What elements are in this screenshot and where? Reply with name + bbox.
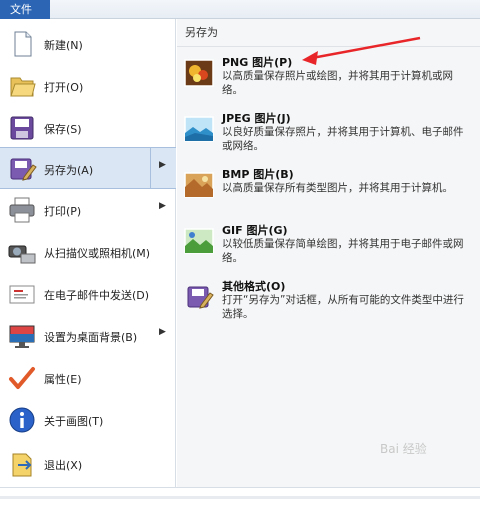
- checkmark-icon: [9, 367, 35, 389]
- menu-item-new[interactable]: 新建(N): [0, 23, 176, 65]
- save-as-other-formats-option[interactable]: 其他格式(O) 打开“另存为”对话框，从所有可能的文件类型中进行选择。: [177, 275, 480, 331]
- bottom-status-bar: [0, 487, 480, 507]
- option-title: GIF 图片(G): [222, 224, 288, 237]
- submenu-header: 另存为: [177, 19, 480, 47]
- save-as-submenu: 另存为 PNG 图片(P) 以高质量保存照片或绘图，并将其用于计算机或网络。 J…: [177, 19, 480, 487]
- menu-item-label: 打开(O): [44, 81, 84, 94]
- menu-item-label: 从扫描仪或照相机(M): [44, 247, 151, 260]
- menu-item-label: 属性(E): [44, 373, 82, 386]
- bmp-image-icon: [184, 172, 214, 198]
- save-as-jpeg-option[interactable]: JPEG 图片(J) 以良好质量保存照片，并将其用于计算机、电子邮件或网络。: [177, 107, 480, 163]
- menu-item-label: 打印(P): [44, 205, 82, 218]
- option-description: 以高质量保存所有类型图片，并将其用于计算机。: [222, 182, 453, 194]
- menu-item-label: 退出(X): [44, 459, 83, 472]
- option-description: 以较低质量保存简单绘图，并将其用于电子邮件或网络。: [222, 238, 464, 264]
- open-folder-icon: [10, 77, 36, 97]
- file-menu-left-pane: 新建(N) 打开(O) 保存(S) 另存为(A) ▶ 打印(P) ▶ 从扫描仪或…: [0, 19, 176, 487]
- option-description: 以高质量保存照片或绘图，并将其用于计算机或网络。: [222, 70, 453, 96]
- save-as-png-option[interactable]: PNG 图片(P) 以高质量保存照片或绘图，并将其用于计算机或网络。: [177, 51, 480, 107]
- menu-item-label: 在电子邮件中发送(D): [44, 289, 150, 302]
- ribbon-top-bar: 文件: [0, 0, 480, 19]
- save-as-bmp-option[interactable]: BMP 图片(B) 以高质量保存所有类型图片，并将其用于计算机。: [177, 163, 480, 219]
- menu-item-save-as[interactable]: 另存为(A) ▶: [0, 147, 176, 189]
- option-title: 其他格式(O): [222, 280, 286, 293]
- option-title: BMP 图片(B): [222, 168, 294, 181]
- menu-item-open[interactable]: 打开(O): [0, 65, 176, 107]
- chevron-right-icon[interactable]: ▶: [159, 160, 166, 170]
- option-description: 打开“另存为”对话框，从所有可能的文件类型中进行选择。: [222, 294, 464, 320]
- menu-item-exit[interactable]: 退出(X): [0, 443, 176, 485]
- menu-item-label: 设置为桌面背景(B): [44, 331, 138, 344]
- jpeg-image-icon: [184, 116, 214, 142]
- chevron-right-icon[interactable]: ▶: [159, 201, 166, 211]
- menu-item-about[interactable]: 关于画图(T): [0, 399, 176, 441]
- gif-image-icon: [184, 228, 214, 254]
- file-tab[interactable]: 文件: [0, 0, 50, 19]
- menu-item-scanner[interactable]: 从扫描仪或照相机(M): [0, 231, 176, 273]
- menu-item-desktop-background[interactable]: 设置为桌面背景(B) ▶: [0, 315, 176, 357]
- option-description: 以良好质量保存照片，并将其用于计算机、电子邮件或网络。: [222, 126, 464, 152]
- menu-item-properties[interactable]: 属性(E): [0, 357, 176, 399]
- submenu-divider: [150, 148, 151, 188]
- desktop-background-icon: [9, 325, 35, 348]
- printer-icon: [9, 197, 35, 223]
- save-as-icon: [10, 158, 37, 181]
- menu-item-save[interactable]: 保存(S): [0, 107, 176, 149]
- watermark-logo: Bai 经验: [380, 442, 427, 456]
- other-formats-icon: [187, 286, 214, 309]
- menu-item-label: 新建(N): [44, 39, 83, 52]
- menu-item-email[interactable]: 在电子邮件中发送(D): [0, 273, 176, 315]
- exit-icon: [12, 453, 32, 477]
- png-image-icon: [184, 59, 214, 87]
- option-title: PNG 图片(P): [222, 56, 293, 69]
- menu-item-label: 保存(S): [44, 123, 82, 136]
- menu-item-print[interactable]: 打印(P) ▶: [0, 189, 176, 231]
- menu-item-label: 另存为(A): [44, 164, 94, 177]
- scanner-camera-icon: [8, 245, 36, 264]
- bottom-divider: [0, 496, 480, 499]
- menu-item-label: 关于画图(T): [44, 415, 104, 428]
- info-icon: [9, 407, 35, 433]
- save-disk-icon: [10, 116, 34, 140]
- email-icon: [9, 285, 35, 304]
- save-as-gif-option[interactable]: GIF 图片(G) 以较低质量保存简单绘图，并将其用于电子邮件或网络。: [177, 219, 480, 275]
- chevron-right-icon[interactable]: ▶: [159, 327, 166, 337]
- new-document-icon: [14, 31, 32, 57]
- option-title: JPEG 图片(J): [222, 112, 291, 125]
